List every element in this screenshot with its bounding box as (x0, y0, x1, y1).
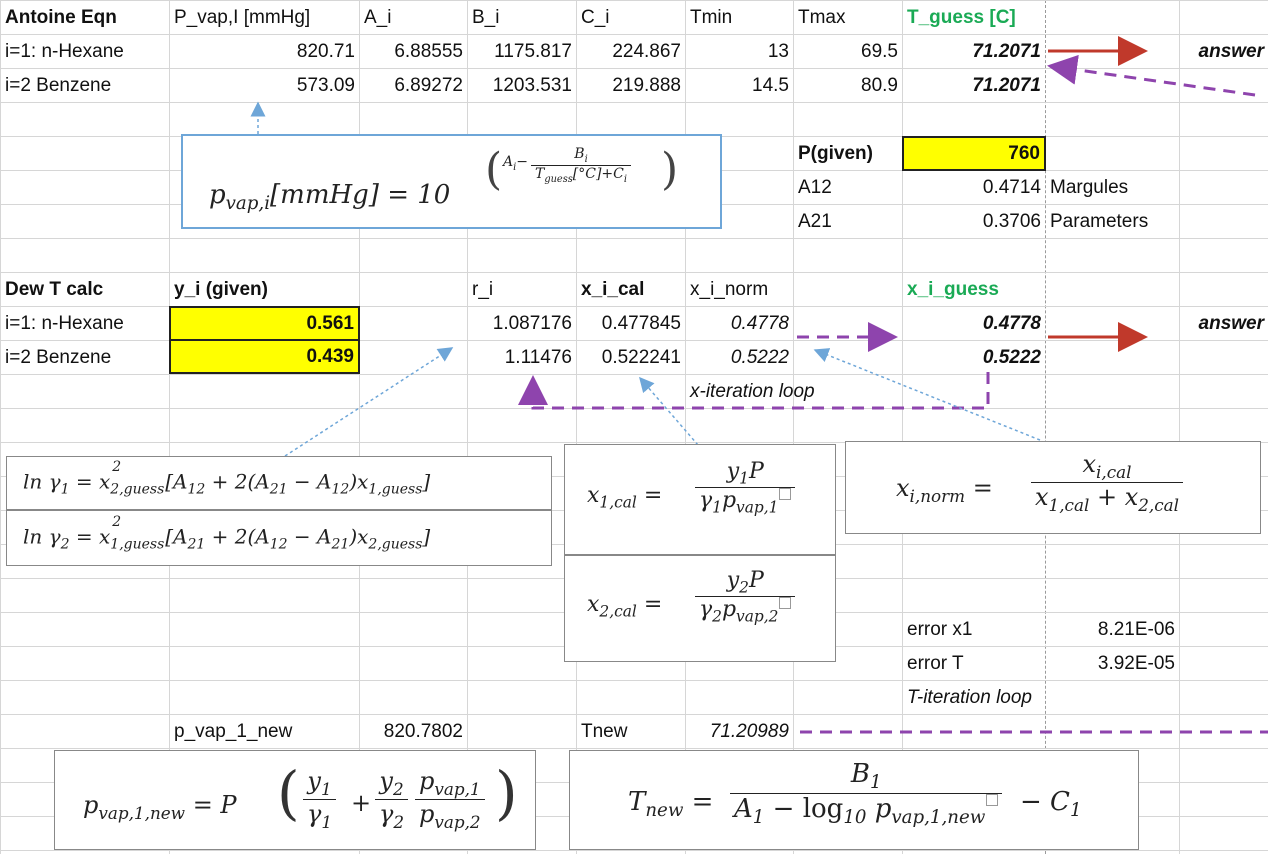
lngamma1-equation: ln γ1 = x2,guess2[A12 + 2(A21 − A12)x1,g… (6, 456, 552, 510)
x2cal-equation: x2,cal = y2P γ2pvap,2 (564, 555, 836, 662)
lngamma2-equation: ln γ2 = x1,guess2[A21 + 2(A12 − A21)x2,g… (6, 510, 552, 566)
tnew-equation: Tnew = B1 A1 − log10 pvap,1,new − C1 (569, 750, 1139, 850)
t-feedback-arrow (1047, 54, 1256, 97)
pointer-lngamma (284, 347, 454, 457)
antoine-equation: pvap,i[mmHg] = 10 ( Ai− Bi Tguess[°C]+Ci … (181, 134, 722, 229)
annotation-arrows (250, 36, 1268, 734)
pvap-new-equation: pvap,1,new = P ( y1 γ1 + y2 γ2 pvap,1 pvap,… (54, 750, 536, 850)
pointer-xnorm (813, 348, 1041, 441)
xnorm-equation: xi,norm = xi,cal x1,cal + x2,cal (845, 441, 1261, 534)
antoine-equation-text: pvap,i[mmHg] = 10 (209, 180, 451, 215)
x1cal-equation: x1,cal = y1P γ1pvap,1 (564, 444, 836, 555)
pointer-xcal (639, 376, 699, 446)
x-iteration-loop (518, 372, 990, 410)
